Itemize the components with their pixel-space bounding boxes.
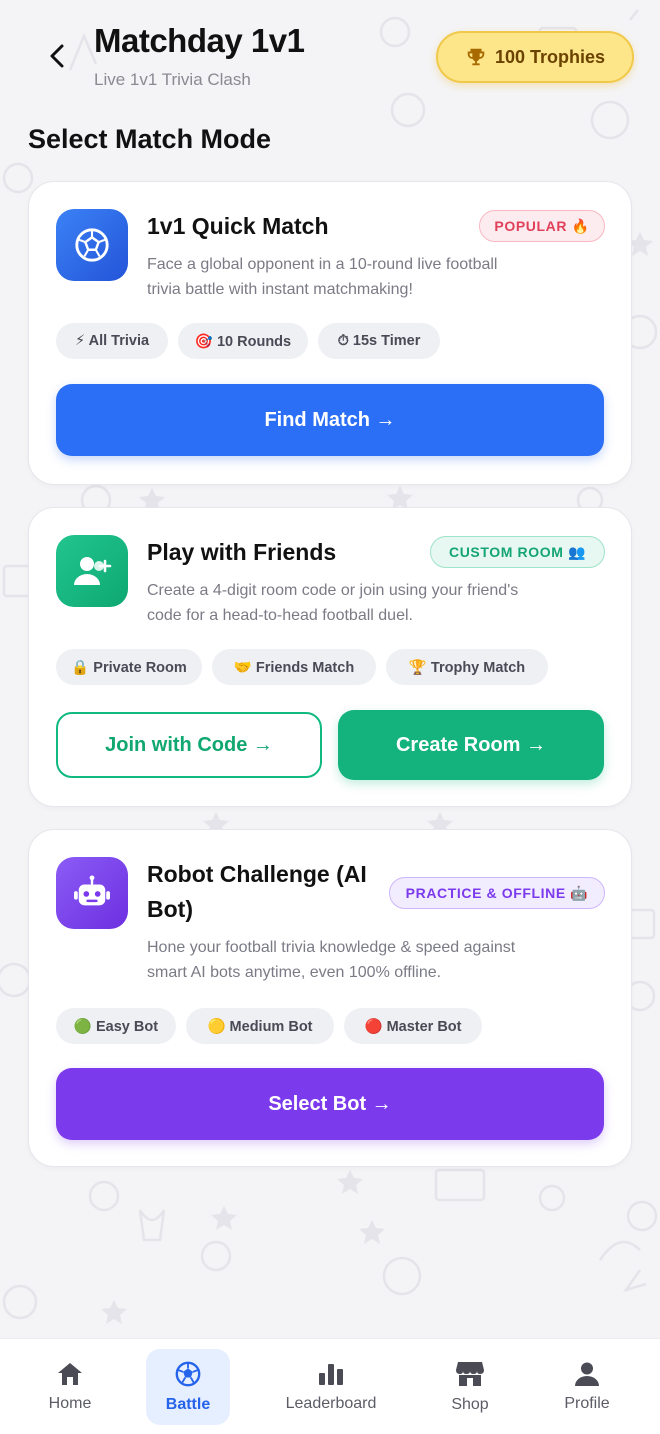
card-title-line: Robot Challenge (AI — [147, 861, 367, 887]
practice-offline-tag: PRACTICE & OFFLINE 🤖 — [389, 877, 605, 909]
bottom-nav: Home Battle Leaderboard Shop Profile — [0, 1338, 660, 1434]
robot-challenge-card: Robot Challenge (AI Bot) PRACTICE & OFFL… — [28, 829, 632, 1167]
card-title-line: Bot) — [147, 896, 193, 922]
nav-item-profile[interactable]: Profile — [542, 1339, 632, 1434]
trophy-count-label: 100 Trophies — [494, 46, 606, 67]
page-subtitle: Live 1v1 Trivia Clash — [94, 70, 251, 89]
friends-match-card: Play with Friends CUSTOM ROOM 👥 Create a… — [28, 507, 632, 807]
quick-match-icon-tile — [56, 209, 128, 281]
card-description: Face a global opponent in a 10-round liv… — [147, 252, 497, 302]
page-title: Matchday 1v1 — [94, 22, 305, 59]
join-with-code-button[interactable]: Join with Code → — [56, 712, 322, 778]
chip-timer: ⏱ 15s Timer — [318, 323, 440, 359]
home-icon — [58, 1363, 82, 1385]
nav-item-battle[interactable]: Battle — [146, 1339, 230, 1434]
card-title: 1v1 Quick Match — [147, 213, 329, 239]
find-match-button[interactable]: Find Match → — [56, 384, 604, 456]
nav-item-home[interactable]: Home — [20, 1339, 120, 1434]
app-header: Matchday 1v1 Live 1v1 Trivia Clash 100 T… — [0, 0, 660, 110]
trophy-icon — [467, 48, 485, 66]
chip-medium-bot[interactable]: 🟡 Medium Bot — [186, 1008, 334, 1044]
create-room-button[interactable]: Create Room → — [338, 710, 604, 780]
description-line: Face a global opponent in a 10-round liv… — [147, 256, 498, 273]
description-line: trivia battle with instant matchmaking! — [147, 281, 413, 298]
chip-rounds: 🎯 10 Rounds — [178, 323, 308, 359]
card-title: Play with Friends — [147, 539, 337, 565]
card-title: Robot Challenge (AI Bot) — [147, 857, 367, 927]
trophy-count-badge[interactable]: 100 Trophies — [436, 31, 634, 83]
custom-room-tag: CUSTOM ROOM 👥 — [430, 536, 605, 568]
chip-all-trivia: ⚡ All Trivia — [56, 323, 168, 359]
quick-match-card: 1v1 Quick Match POPULAR 🔥 Face a global … — [28, 181, 632, 485]
description-line: Hone your football trivia knowledge & sp… — [147, 939, 516, 956]
add-user-icon — [74, 557, 112, 585]
bar-chart-icon — [319, 1364, 343, 1385]
nav-label: Profile — [564, 1395, 610, 1412]
chip-master-bot[interactable]: 🔴 Master Bot — [344, 1008, 482, 1044]
store-icon — [456, 1362, 484, 1386]
card-description: Hone your football trivia knowledge & sp… — [147, 935, 515, 985]
friends-icon-tile — [56, 535, 128, 607]
description-line: code for a head-to-head football duel. — [147, 607, 413, 624]
user-icon — [575, 1362, 599, 1386]
chip-private-room: 🔒 Private Room — [56, 649, 202, 685]
popular-tag: POPULAR 🔥 — [479, 210, 605, 242]
robot-icon-tile — [56, 857, 128, 929]
nav-label: Leaderboard — [285, 1395, 377, 1412]
select-bot-button[interactable]: Select Bot → — [56, 1068, 604, 1140]
chevron-left-icon — [50, 44, 64, 68]
robot-icon — [74, 875, 110, 906]
nav-label: Home — [48, 1395, 92, 1412]
card-description: Create a 4-digit room code or join using… — [147, 578, 518, 628]
soccer-ball-icon — [175, 1361, 201, 1387]
description-line: Create a 4-digit room code or join using… — [147, 582, 519, 599]
nav-label: Shop — [451, 1396, 489, 1413]
chip-friends-match: 🤝 Friends Match — [212, 649, 376, 685]
back-button[interactable] — [40, 38, 76, 74]
chip-trophy-match: 🏆 Trophy Match — [386, 649, 548, 685]
nav-item-leaderboard[interactable]: Leaderboard — [266, 1339, 396, 1434]
nav-item-shop[interactable]: Shop — [425, 1339, 515, 1434]
section-title: Select Match Mode — [28, 124, 272, 154]
chip-easy-bot[interactable]: 🟢 Easy Bot — [56, 1008, 176, 1044]
nav-label: Battle — [165, 1396, 211, 1413]
description-line: smart AI bots anytime, even 100% offline… — [147, 964, 442, 981]
soccer-ball-icon — [75, 228, 109, 262]
